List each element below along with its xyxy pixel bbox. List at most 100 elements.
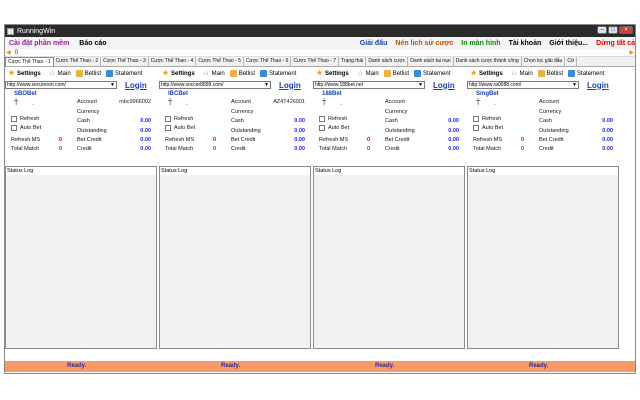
refresh-checkbox[interactable]: Refresh bbox=[11, 116, 39, 122]
cash-value: 0.00 bbox=[140, 118, 151, 124]
tab-2[interactable]: Cược Thể Thao - 2 bbox=[54, 57, 102, 66]
menu-about[interactable]: Giới thiệu... bbox=[549, 40, 588, 47]
refresh-checkbox-box[interactable] bbox=[165, 116, 171, 122]
tab-7[interactable]: Cược Thể Thao - 7 bbox=[291, 57, 340, 66]
tab-12[interactable]: Chọn lọc giải đấu bbox=[522, 57, 566, 66]
chevron-down-icon[interactable]: ▼ bbox=[418, 82, 423, 88]
close-button[interactable]: × bbox=[619, 26, 633, 34]
tab-13[interactable]: Cừ bbox=[565, 57, 578, 66]
tab-10[interactable]: Danh sách tai nạn bbox=[408, 57, 454, 66]
settings-button[interactable]: ★ Settings bbox=[316, 70, 348, 77]
url-select[interactable]: http://www.188bet.net ▼ bbox=[313, 81, 425, 89]
auto-bet-checkbox-box[interactable] bbox=[165, 125, 171, 131]
ticker-left-arrow-icon[interactable]: ◀ bbox=[6, 49, 11, 56]
outstanding-value: 0.00 bbox=[448, 128, 459, 134]
url-select[interactable]: http://www.secureron.com/ ▼ bbox=[5, 81, 117, 89]
main-button[interactable]: ⌂ Main bbox=[511, 70, 533, 77]
account-label: Account bbox=[539, 99, 559, 105]
refresh-checkbox-box[interactable] bbox=[319, 116, 325, 122]
menu-stop-all[interactable]: Dừng tất cả bbox=[596, 40, 635, 47]
auto-bet-checkbox-box[interactable] bbox=[473, 125, 479, 131]
total-match-value: 0 bbox=[367, 146, 371, 152]
bookmaker-name: SBOBet bbox=[14, 91, 37, 97]
minimize-button[interactable]: – bbox=[597, 26, 607, 34]
t-glyph: Ť bbox=[476, 100, 481, 107]
tab-6[interactable]: Cược Thể Thao - 6 bbox=[244, 57, 292, 66]
betlist-label: Betlist bbox=[546, 70, 564, 77]
tab-9[interactable]: Danh sách cược bbox=[366, 57, 409, 66]
login-link[interactable]: Login bbox=[279, 81, 301, 90]
status-log-panel[interactable]: Status Log bbox=[159, 166, 311, 349]
statement-button[interactable]: Statement bbox=[568, 70, 604, 77]
menu-tournaments[interactable]: Giải đấu bbox=[360, 40, 388, 47]
ticker-right-arrow-icon[interactable]: ▶ bbox=[629, 49, 634, 56]
tab-1[interactable]: Cược Thể Thao - 1 bbox=[5, 57, 54, 66]
login-link[interactable]: Login bbox=[433, 81, 455, 90]
chevron-down-icon[interactable]: ▼ bbox=[572, 82, 577, 88]
maximize-button[interactable]: □ bbox=[608, 26, 618, 34]
main-button[interactable]: ⌂ Main bbox=[357, 70, 379, 77]
status-log-panel[interactable]: Status Log bbox=[5, 166, 157, 349]
url-value: http://www.ra0088.com/ bbox=[469, 82, 522, 88]
auto-bet-label: Auto Bet bbox=[482, 125, 504, 131]
menu-compress-history[interactable]: Nén lịch sử cược bbox=[395, 40, 453, 47]
tab-4[interactable]: Cược Thể Thao - 4 bbox=[149, 57, 197, 66]
auto-bet-checkbox[interactable]: Auto Bet bbox=[319, 125, 349, 131]
ticker-value: 0 bbox=[14, 49, 18, 56]
status-log-panel[interactable]: Status Log bbox=[313, 166, 465, 349]
settings-button[interactable]: ★ Settings bbox=[8, 70, 40, 77]
betlist-button[interactable]: Betlist bbox=[229, 70, 255, 77]
pane-sbobet: ★ Settings ⌂ Main Betlist Statement http:/… bbox=[5, 68, 159, 361]
menu-account[interactable]: Tài khoản bbox=[509, 40, 542, 47]
url-select[interactable]: http://www.ra0088.com/ ▼ bbox=[467, 81, 579, 89]
auto-bet-checkbox-box[interactable] bbox=[319, 125, 325, 131]
title-bar: RunningWin – □ × bbox=[5, 25, 635, 37]
betlist-button[interactable]: Betlist bbox=[75, 70, 101, 77]
refresh-ms-value: 0 bbox=[213, 137, 217, 143]
menu-bar: Cài đặt phần mềm Báo cáo Giải đấu Nén lị… bbox=[5, 37, 635, 49]
auto-bet-checkbox[interactable]: Auto Bet bbox=[11, 125, 41, 131]
menu-right-group: Giải đấu Nén lịch sử cược In màn hình Tà… bbox=[352, 37, 635, 49]
auto-bet-label: Auto Bet bbox=[328, 125, 350, 131]
chevron-down-icon[interactable]: ▼ bbox=[264, 82, 269, 88]
refresh-checkbox[interactable]: Refresh bbox=[319, 116, 347, 122]
status-log-label: Status Log bbox=[314, 167, 464, 175]
url-value: http://www.soccer8899.com/ bbox=[161, 82, 224, 88]
betlist-button[interactable]: Betlist bbox=[383, 70, 409, 77]
auto-bet-checkbox-box[interactable] bbox=[11, 125, 17, 131]
tab-3[interactable]: Cược Thể Thao - 3 bbox=[101, 57, 149, 66]
tab-8[interactable]: Trạng thái bbox=[339, 57, 367, 66]
auto-bet-checkbox[interactable]: Auto Bet bbox=[473, 125, 503, 131]
tab-11[interactable]: Danh sách cược thành công bbox=[454, 57, 522, 66]
currency-label: Currency bbox=[77, 109, 100, 115]
refresh-checkbox-box[interactable] bbox=[473, 116, 479, 122]
statement-button[interactable]: Statement bbox=[414, 70, 450, 77]
account-info: SingBet Ť - Account Currency Cash 0.00 R… bbox=[467, 90, 621, 162]
menu-print-screen[interactable]: In màn hình bbox=[461, 40, 500, 47]
menu-reports[interactable]: Báo cáo bbox=[79, 40, 106, 47]
ready-status-3: Ready. bbox=[375, 363, 395, 369]
statement-button[interactable]: Statement bbox=[106, 70, 142, 77]
settings-button[interactable]: ★ Settings bbox=[162, 70, 194, 77]
main-button[interactable]: ⌂ Main bbox=[49, 70, 71, 77]
tab-5[interactable]: Cược Thể Thao - 5 bbox=[196, 57, 244, 66]
status-log-panel[interactable]: Status Log bbox=[467, 166, 619, 349]
url-select[interactable]: http://www.soccer8899.com/ ▼ bbox=[159, 81, 271, 89]
statement-label: Statement bbox=[115, 70, 143, 77]
cash-label: Cash bbox=[539, 118, 552, 124]
statement-button[interactable]: Statement bbox=[260, 70, 296, 77]
main-button[interactable]: ⌂ Main bbox=[203, 70, 225, 77]
betlist-button[interactable]: Betlist bbox=[537, 70, 564, 77]
app-icon bbox=[7, 27, 14, 35]
login-link[interactable]: Login bbox=[587, 81, 609, 90]
refresh-checkbox[interactable]: Refresh bbox=[473, 116, 501, 122]
settings-button[interactable]: ★ Settings bbox=[470, 70, 502, 77]
outstanding-label: Outstanding bbox=[385, 128, 415, 134]
refresh-checkbox[interactable]: Refresh bbox=[165, 116, 193, 122]
menu-settings[interactable]: Cài đặt phần mềm bbox=[9, 40, 69, 47]
auto-bet-checkbox[interactable]: Auto Bet bbox=[165, 125, 195, 131]
main-label: Main bbox=[365, 70, 379, 77]
login-link[interactable]: Login bbox=[125, 81, 147, 90]
chevron-down-icon[interactable]: ▼ bbox=[110, 82, 115, 88]
refresh-checkbox-box[interactable] bbox=[11, 116, 17, 122]
